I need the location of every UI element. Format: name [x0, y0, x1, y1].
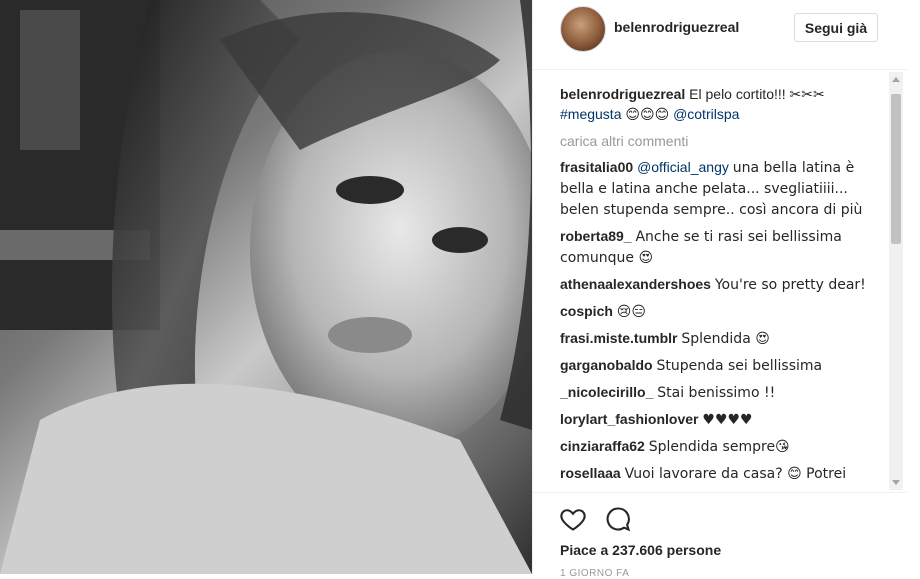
caption-text: El pelo cortito!!! ✂✂✂	[689, 86, 825, 102]
scrollbar-thumb[interactable]	[891, 94, 901, 244]
post-header: belenrodriguezreal Segui già	[533, 0, 907, 70]
post-actions: Piace a 237.606 persone 1 GIORNO FA	[533, 492, 907, 579]
comment-mention[interactable]: @official_angy	[637, 159, 729, 175]
comment-row: rosellaaa Vuoi lavorare da casa? 😊 Potre…	[560, 463, 885, 484]
comment-username[interactable]: garganobaldo	[560, 357, 653, 373]
comment-username[interactable]: _nicolecirillo_	[560, 384, 653, 400]
comment-text: 😢😑	[616, 304, 646, 320]
caption-username[interactable]: belenrodriguezreal	[560, 86, 685, 102]
comment-row: garganobaldo Stupenda sei bellissima	[560, 355, 885, 376]
comment-row: roberta89_ Anche se ti rasi sei bellissi…	[560, 226, 885, 268]
comment-row: _nicolecirillo_ Stai benissimo !!	[560, 382, 885, 403]
comment-text: Stai benissimo !!	[657, 385, 776, 401]
comment-row: cospich 😢😑	[560, 301, 885, 322]
comment-username[interactable]: lorylart_fashionlover	[560, 411, 699, 427]
scroll-up-arrow-icon[interactable]	[892, 77, 900, 82]
comment-row: cinziaraffa62 Splendida sempre😘	[560, 436, 885, 457]
comment-username[interactable]: rosellaaa	[560, 465, 621, 481]
comment-username[interactable]: roberta89_	[560, 228, 632, 244]
caption-hashtag[interactable]: #megusta	[560, 106, 621, 122]
comment-username[interactable]: cinziaraffa62	[560, 438, 645, 454]
comment-row: athenaalexandershoes You're so pretty de…	[560, 274, 885, 295]
comment-text: Stupenda sei bellissima	[656, 358, 823, 374]
like-count[interactable]: Piace a 237.606 persone	[560, 542, 721, 558]
comment-username[interactable]: cospich	[560, 303, 613, 319]
comment-row: lorylart_fashionlover ♥♥♥♥	[560, 409, 885, 430]
scroll-down-arrow-icon[interactable]	[892, 480, 900, 485]
comment-text: ♥♥♥♥	[702, 412, 753, 428]
comment-username[interactable]: athenaalexandershoes	[560, 276, 711, 292]
comment-row: frasitalia00 @official_angy una bella la…	[560, 157, 885, 220]
post-photo	[0, 0, 532, 574]
caption-mention[interactable]: @cotrilspa	[673, 106, 739, 122]
heart-icon[interactable]	[559, 505, 587, 533]
post-sidebar: belenrodriguezreal Segui già belenrodrig…	[532, 0, 907, 579]
comment-icon[interactable]	[604, 505, 632, 533]
comment-username[interactable]: frasi.miste.tumblr	[560, 330, 677, 346]
comment-list: belenrodriguezreal El pelo cortito!!! ✂✂…	[533, 70, 887, 490]
comment-text: Vuoi lavorare da casa? 😊 Potrei	[624, 466, 847, 482]
caption: belenrodriguezreal El pelo cortito!!! ✂✂…	[560, 84, 885, 125]
comment-text: Splendida 😍	[681, 331, 770, 347]
comment-row: frasi.miste.tumblr Splendida 😍	[560, 328, 885, 349]
photo-artwork	[0, 0, 532, 574]
scrollbar[interactable]	[889, 72, 903, 490]
comment-text: You're so pretty dear!	[714, 277, 866, 293]
comment-text: Splendida sempre😘	[648, 439, 790, 455]
follow-button[interactable]: Segui già	[794, 13, 878, 42]
avatar[interactable]	[560, 6, 606, 52]
caption-emojis: 😊😊😊	[625, 107, 670, 123]
comment-username[interactable]: frasitalia00	[560, 159, 633, 175]
load-more-comments[interactable]: carica altri commenti	[560, 131, 885, 151]
author-username[interactable]: belenrodriguezreal	[614, 19, 739, 35]
